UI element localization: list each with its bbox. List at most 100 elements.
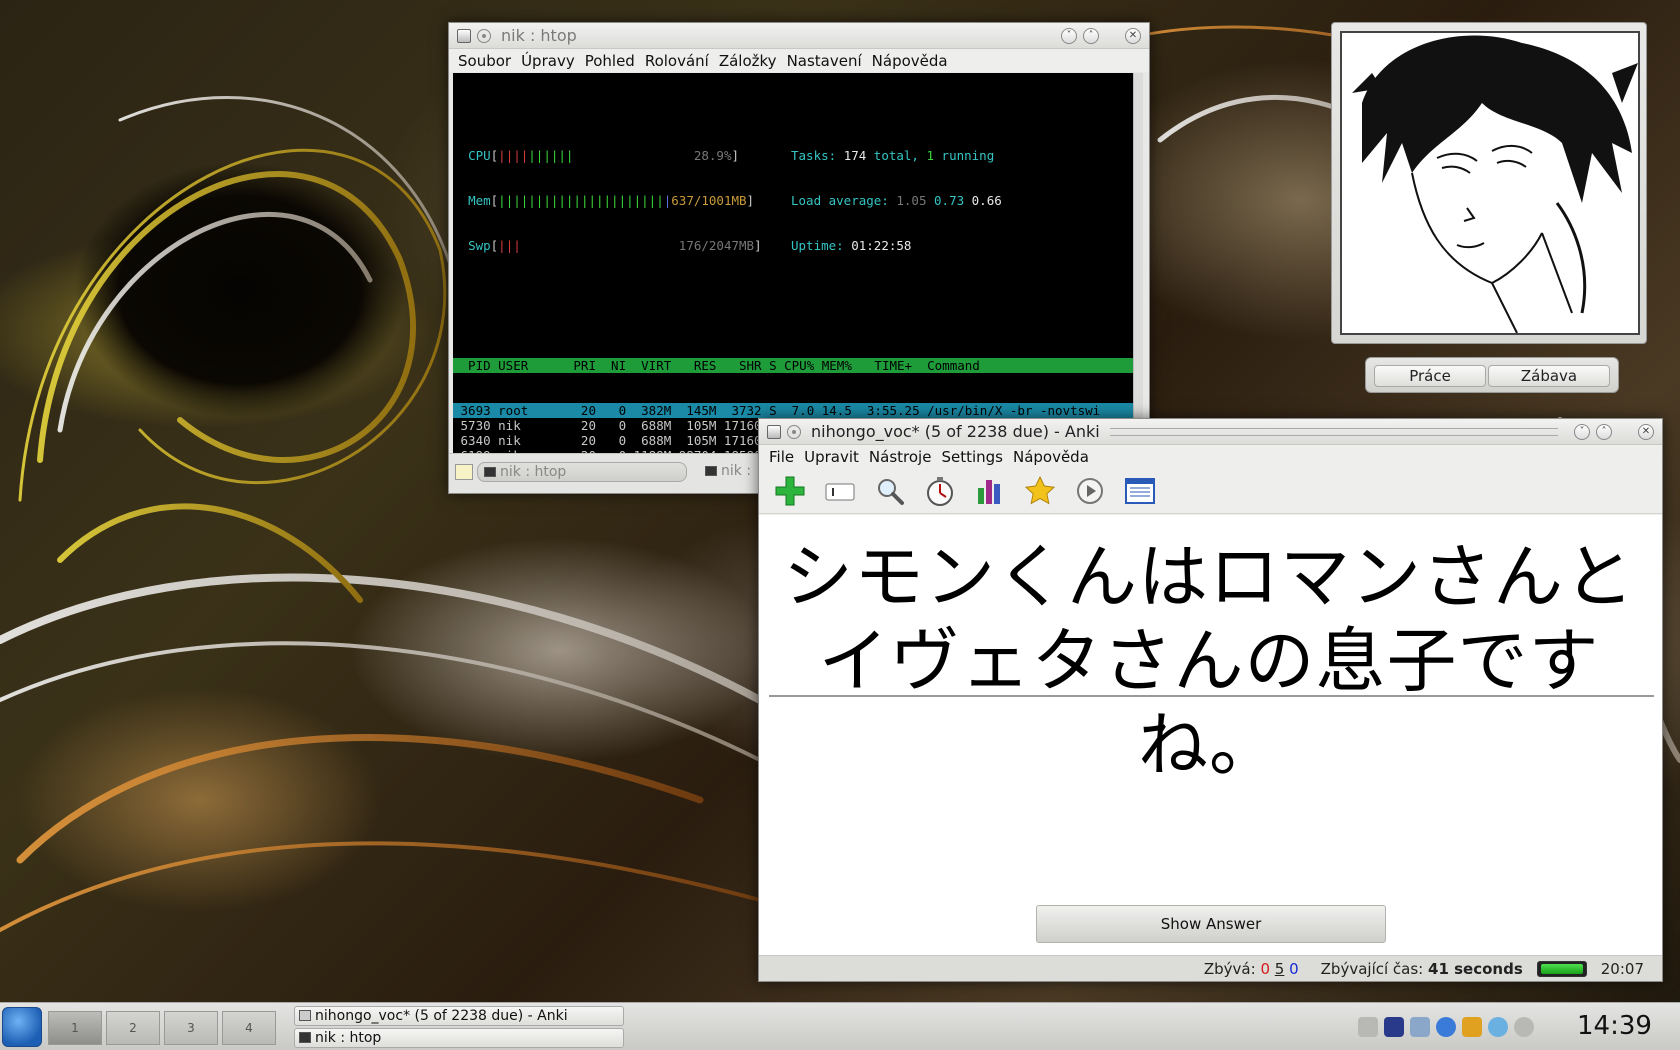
terminal-tab-icon-2 xyxy=(705,466,717,476)
application-launcher-icon[interactable] xyxy=(2,1007,42,1047)
pin-icon[interactable] xyxy=(477,28,491,43)
task-htop[interactable]: nik : htop xyxy=(294,1028,624,1048)
edit-card-icon[interactable] xyxy=(823,474,857,508)
play-icon[interactable] xyxy=(1073,474,1107,508)
tab-htop-label: nik : htop xyxy=(500,464,567,480)
show-answer-button[interactable]: Show Answer xyxy=(1036,905,1386,943)
remaining-review-count: 5 xyxy=(1274,959,1285,978)
load-15: 0.66 xyxy=(971,193,1002,208)
anki-window-title: nihongo_voc* (5 of 2238 due) - Anki xyxy=(811,422,1100,441)
htop-meters: CPU[|||||||||| 28.9%] Mem[||||||||||||||… xyxy=(468,148,1002,253)
pin-icon[interactable] xyxy=(787,424,801,439)
load-1: 1.05 xyxy=(896,193,927,208)
swp-value: 176/2047MB xyxy=(678,238,755,253)
load-5: 0.73 xyxy=(934,193,965,208)
session-progress-bar xyxy=(1536,960,1587,977)
menu-nastroje[interactable]: Nástroje xyxy=(864,448,937,466)
menu-pohled[interactable]: Pohled xyxy=(580,52,640,70)
messenger-icon[interactable] xyxy=(1488,1017,1508,1037)
kde-panel: 1 2 3 4 nihongo_voc* (5 of 2238 due) - A… xyxy=(0,1002,1680,1050)
uptime-label: Uptime: xyxy=(791,238,844,253)
minimize-icon[interactable]: ˅ xyxy=(1061,27,1077,44)
remaining-new-count: 0 xyxy=(1260,959,1270,978)
anki-toolbar xyxy=(759,468,1662,514)
close-icon[interactable]: ✕ xyxy=(1125,27,1141,44)
timer-icon[interactable] xyxy=(923,474,957,508)
terminal-icon xyxy=(457,28,471,43)
statistics-icon[interactable] xyxy=(973,474,1007,508)
tab-htop[interactable]: nik : htop xyxy=(477,462,687,482)
menu-upravit[interactable]: Upravit xyxy=(799,448,864,466)
time-remaining-value: 41 seconds xyxy=(1428,959,1523,978)
minimize-icon[interactable]: ˅ xyxy=(1574,423,1590,440)
mark-star-icon[interactable] xyxy=(1023,474,1057,508)
panel-clock: 14:39 xyxy=(1577,1011,1652,1041)
question-line-2: イヴェタさんの息子ですね。 xyxy=(818,620,1600,786)
menu-napoveda[interactable]: Nápověda xyxy=(867,52,953,70)
activity-zabava-button[interactable]: Zábava xyxy=(1488,365,1610,387)
network-icon[interactable] xyxy=(1410,1017,1430,1037)
terminal-scrollbar[interactable] xyxy=(1133,73,1143,453)
search-icon[interactable] xyxy=(873,474,907,508)
close-icon[interactable]: ✕ xyxy=(1638,423,1654,440)
terminal-task-icon xyxy=(299,1032,311,1043)
menu-nastaveni[interactable]: Nastavení xyxy=(782,52,867,70)
htop-menubar: Soubor Úpravy Pohled Rolování Záložky Na… xyxy=(449,49,1149,72)
task-anki-label: nihongo_voc* (5 of 2238 due) - Anki xyxy=(315,1008,568,1024)
menu-settings[interactable]: Settings xyxy=(936,448,1008,466)
task-anki[interactable]: nihongo_voc* (5 of 2238 due) - Anki xyxy=(294,1006,624,1026)
browser-icon[interactable] xyxy=(1436,1017,1456,1037)
menu-napoveda[interactable]: Nápověda xyxy=(1008,448,1094,466)
mem-value: 637/1001MB xyxy=(671,193,747,208)
tab-shell-label: nik : xyxy=(721,463,752,479)
cpu-value: 28.9% xyxy=(693,148,732,163)
pager-desktop-2[interactable]: 2 xyxy=(106,1011,160,1045)
pager-desktop-4[interactable]: 4 xyxy=(222,1011,276,1045)
keyboard-layout-icon[interactable] xyxy=(1384,1017,1404,1037)
card-list-icon[interactable] xyxy=(1123,474,1157,508)
terminal-screen[interactable]: CPU[|||||||||| 28.9%] Mem[||||||||||||||… xyxy=(453,73,1133,453)
anki-menubar: File Upravit Nástroje Settings Nápověda xyxy=(759,445,1662,468)
anki-app-icon xyxy=(767,424,781,439)
volume-icon[interactable] xyxy=(1358,1017,1378,1037)
tasks-running-word: running xyxy=(941,148,995,163)
htop-titlebar[interactable]: nik : htop ˅ ˄ ✕ xyxy=(449,23,1149,49)
activity-prace-button[interactable]: Práce xyxy=(1374,365,1486,387)
notes-icon[interactable] xyxy=(1462,1017,1482,1037)
terminal-tab-icon xyxy=(484,467,496,477)
menu-rolovani[interactable]: Rolování xyxy=(640,52,714,70)
new-tab-icon[interactable] xyxy=(455,464,473,480)
tasks-total: 174 xyxy=(843,148,867,163)
menu-zalozky[interactable]: Záložky xyxy=(714,52,782,70)
anki-statusbar: Zbývá: 0 5 0 Zbývající čas: 41 seconds 2… xyxy=(759,955,1662,981)
uptime-value: 01:22:58 xyxy=(851,238,912,253)
tasks-running: 1 xyxy=(926,148,935,163)
htop-window-title: nik : htop xyxy=(501,26,577,45)
menu-file[interactable]: File xyxy=(759,448,799,466)
anki-titlebar[interactable]: nihongo_voc* (5 of 2238 due) - Anki ˅ ˄ … xyxy=(759,419,1662,445)
sketch-portrait-image xyxy=(1340,31,1640,335)
menu-soubor[interactable]: Soubor xyxy=(449,52,516,70)
maximize-icon[interactable]: ˄ xyxy=(1596,423,1612,440)
maximize-icon[interactable]: ˄ xyxy=(1083,27,1099,44)
card-question: シモンくんはロマンさんと イヴェタさんの息子ですね。 xyxy=(769,535,1649,787)
card-display: シモンくんはロマンさんと イヴェタさんの息子ですね。 xyxy=(759,515,1662,955)
session-progress-fill xyxy=(1540,963,1583,974)
tasks-label: Tasks: xyxy=(791,148,837,163)
system-tray xyxy=(1358,1017,1540,1037)
pager-desktop-1[interactable]: 1 xyxy=(48,1011,102,1045)
process-row-selected[interactable]: 3693 root 20 0 382M 145M 3732 S 7.0 14.5… xyxy=(453,403,1133,418)
swp-label: Swp xyxy=(468,238,491,253)
anki-window: nihongo_voc* (5 of 2238 due) - Anki ˅ ˄ … xyxy=(758,418,1663,982)
titlebar-grip xyxy=(1109,427,1558,436)
add-card-icon[interactable] xyxy=(773,474,807,508)
pager-desktop-3[interactable]: 3 xyxy=(164,1011,218,1045)
time-remaining-label: Zbývající čas: xyxy=(1320,959,1424,978)
info-icon[interactable] xyxy=(1514,1017,1534,1037)
menu-upravy[interactable]: Úpravy xyxy=(516,52,580,70)
picture-frame-widget[interactable] xyxy=(1331,22,1647,344)
tasks-total-word: total, xyxy=(873,148,919,163)
mem-label: Mem xyxy=(468,193,491,208)
question-line-1: シモンくんはロマンさんと xyxy=(783,536,1635,618)
session-clock: 20:07 xyxy=(1600,959,1644,978)
